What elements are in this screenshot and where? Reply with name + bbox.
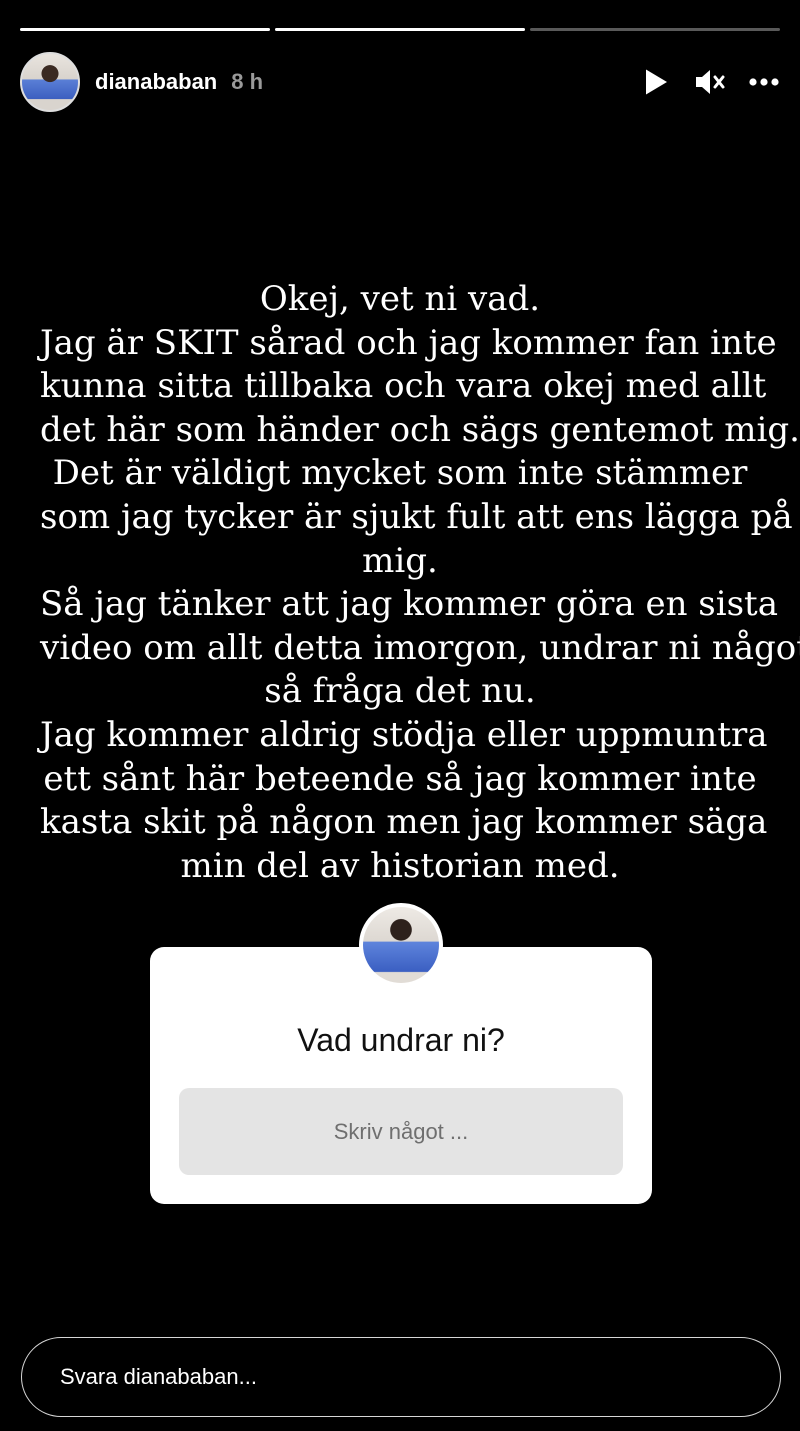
muted-speaker-icon[interactable] bbox=[694, 66, 726, 98]
caption-line: Så jag tänker att jag kommer göra en sis… bbox=[40, 584, 778, 625]
progress-segment bbox=[20, 28, 270, 31]
story-progress bbox=[20, 28, 780, 31]
progress-fill bbox=[275, 28, 525, 31]
progress-segment bbox=[530, 28, 780, 31]
progress-fill bbox=[20, 28, 270, 31]
avatar[interactable] bbox=[20, 52, 80, 112]
caption-line: som jag tycker är sjukt fult att ens läg… bbox=[40, 496, 793, 537]
caption-line: min del av historian med. bbox=[180, 845, 620, 886]
caption-line: kasta skit på någon men jag kommer säga bbox=[40, 802, 768, 843]
caption-line: så fråga det nu. bbox=[264, 671, 536, 712]
more-icon[interactable] bbox=[748, 66, 780, 98]
caption-line: kunna sitta tillbaka och vara okej med a… bbox=[40, 366, 767, 407]
username[interactable]: dianababan bbox=[95, 69, 217, 95]
caption-line: Jag kommer aldrig stödja eller uppmuntra bbox=[40, 714, 768, 755]
progress-segment bbox=[275, 28, 525, 31]
caption-line: det här som händer och sägs gentemot mig… bbox=[40, 409, 800, 450]
caption-line: Det är väldigt mycket som inte stämmer bbox=[52, 453, 748, 494]
reply-input[interactable]: Svara dianababan... bbox=[21, 1337, 781, 1417]
story-text: Okej, vet ni vad. Jag är SKIT sårad och … bbox=[40, 278, 800, 888]
sticker-avatar bbox=[359, 903, 443, 987]
story-viewer: dianababan 8 h Okej, vet ni vad. Jag är … bbox=[0, 0, 800, 1431]
caption-line: Okej, vet ni vad. bbox=[259, 279, 541, 319]
caption-line: mig. bbox=[362, 540, 438, 581]
sticker-question: Vad undrar ni? bbox=[297, 1022, 505, 1058]
caption-line: video om allt detta imorgon, undrar ni n… bbox=[40, 627, 800, 668]
caption-line: ett sånt här beteende så jag kommer inte bbox=[43, 758, 757, 799]
avatar-image bbox=[363, 907, 439, 983]
sticker-answer-input[interactable]: Skriv något ... bbox=[179, 1088, 623, 1175]
story-controls bbox=[640, 66, 780, 98]
play-icon[interactable] bbox=[640, 66, 672, 98]
caption-line: Jag är SKIT sårad och jag kommer fan int… bbox=[40, 322, 777, 363]
post-time: 8 h bbox=[231, 69, 264, 94]
story-header: dianababan 8 h bbox=[20, 52, 780, 112]
